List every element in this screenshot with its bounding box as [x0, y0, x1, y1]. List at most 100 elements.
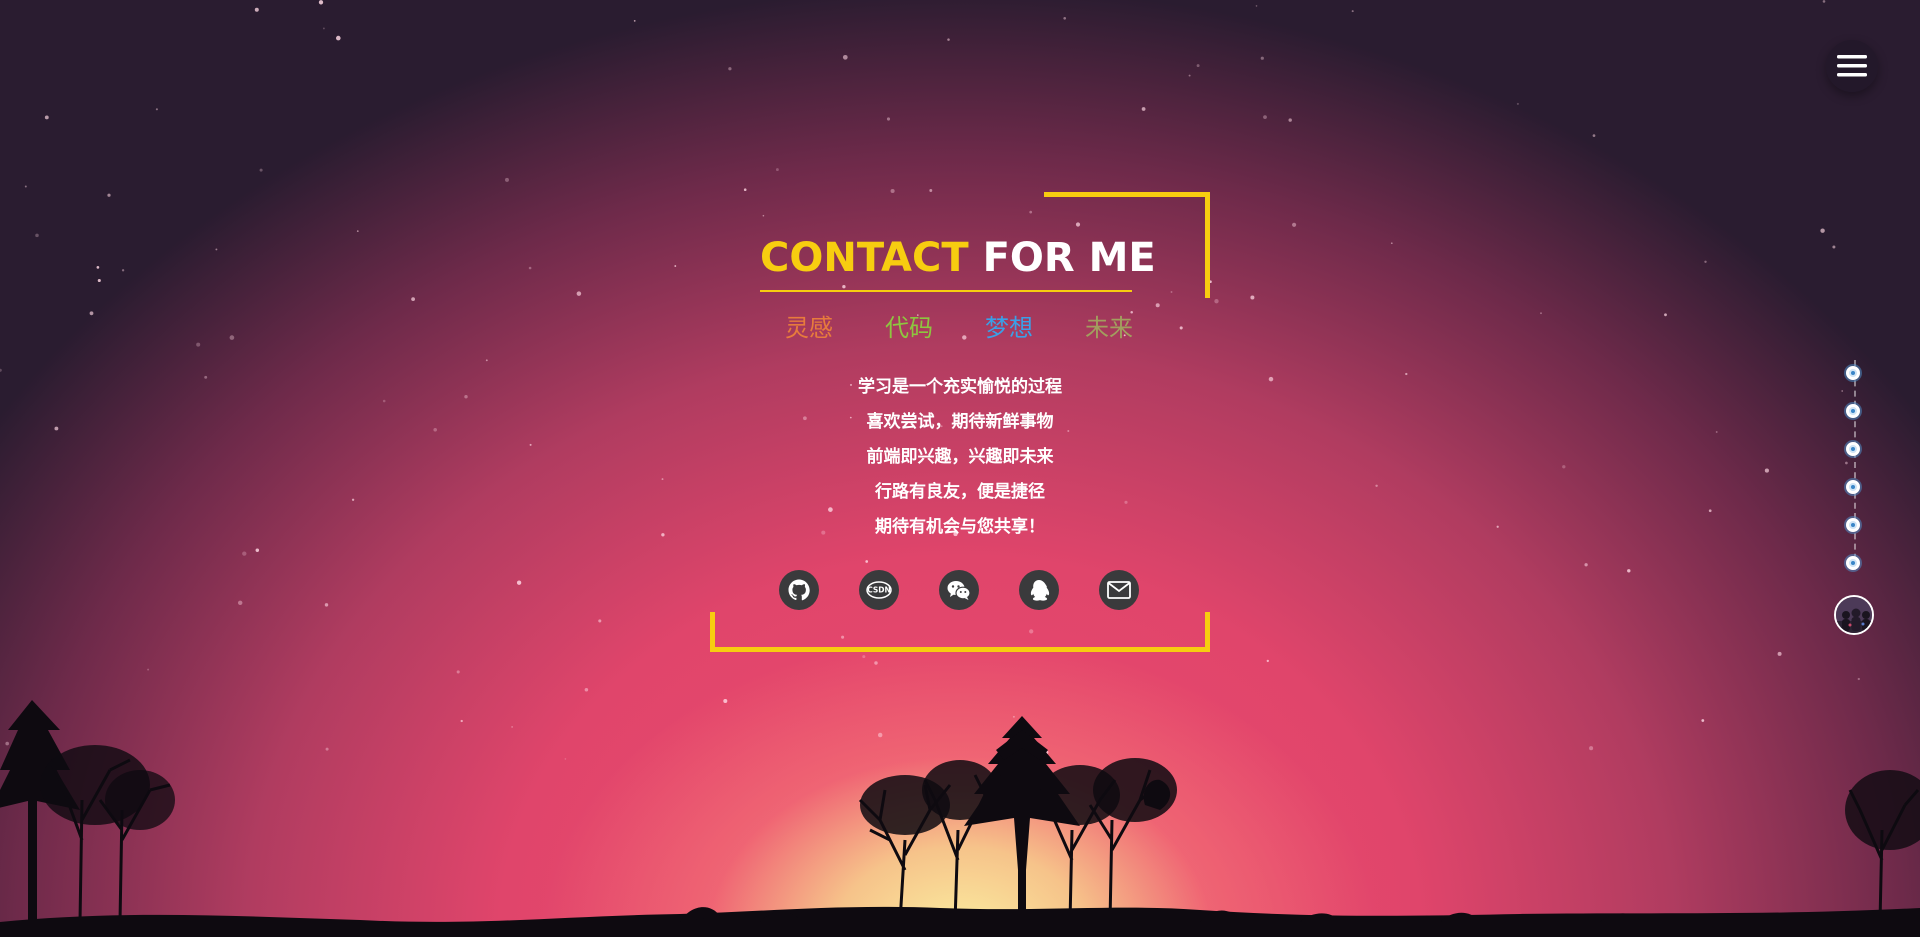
star [775, 168, 779, 172]
star [1196, 64, 1200, 68]
github-link[interactable] [779, 570, 819, 610]
timeline-line [1854, 360, 1860, 570]
page-title: CONTACT FOR ME [760, 232, 1156, 292]
timeline-dot-4[interactable] [1846, 480, 1860, 494]
star [1214, 299, 1219, 304]
star [865, 560, 869, 563]
star [121, 269, 125, 272]
star [1822, 0, 1826, 3]
qq-link[interactable] [1019, 570, 1059, 610]
svg-text:CSDN: CSDN [867, 586, 891, 595]
csdn-icon: CSDN [866, 581, 892, 599]
intro-line: 喜欢尝试，期待新鲜事物 [866, 412, 1054, 432]
timeline-dot-2[interactable] [1846, 404, 1860, 418]
star [35, 233, 39, 238]
keyword-dream: 梦想 [985, 314, 1033, 342]
star [89, 311, 94, 316]
star [1288, 118, 1292, 122]
star [196, 342, 201, 347]
star [743, 188, 747, 191]
star [351, 498, 355, 501]
wechat-icon [947, 581, 971, 600]
star [1292, 222, 1297, 227]
star [1155, 303, 1160, 308]
intro-line: 学习是一个充实愉悦的过程 [858, 377, 1062, 397]
star [54, 426, 59, 431]
star [1250, 295, 1255, 300]
star [1516, 102, 1519, 105]
timeline-dot-5[interactable] [1846, 518, 1860, 532]
star [1820, 228, 1825, 233]
star [336, 35, 341, 41]
star [528, 266, 532, 270]
wechat-link[interactable] [939, 570, 979, 610]
star [874, 661, 878, 665]
star [1141, 107, 1146, 111]
title-rest: FOR ME [982, 235, 1156, 281]
intro-line: 前端即兴趣，兴趣即未来 [866, 447, 1054, 467]
mail-icon [1107, 581, 1131, 599]
star [1263, 115, 1267, 119]
frame-bottom-bracket [710, 612, 1210, 652]
timeline-dot-3[interactable] [1846, 442, 1860, 456]
csdn-link[interactable]: CSDN [859, 570, 899, 610]
star [633, 20, 636, 22]
star [1375, 484, 1378, 488]
star [947, 38, 950, 41]
star [1268, 376, 1274, 382]
star [464, 394, 468, 399]
keyword-code: 代码 [885, 314, 933, 342]
star [505, 177, 509, 182]
star [1584, 563, 1588, 567]
star [576, 291, 582, 296]
star [890, 188, 895, 194]
intro-line: 行路有良友，便是捷径 [875, 482, 1045, 502]
menu-button[interactable] [1826, 40, 1878, 92]
qq-icon [1030, 580, 1050, 601]
email-link[interactable] [1099, 570, 1139, 610]
star [1841, 390, 1844, 392]
star [842, 54, 848, 60]
star [1188, 74, 1191, 77]
star [1351, 10, 1354, 13]
star [155, 108, 158, 111]
star [1704, 260, 1707, 263]
avatar[interactable] [1834, 595, 1874, 635]
star [215, 248, 218, 251]
star [1260, 56, 1264, 60]
star [1390, 242, 1393, 245]
star [1664, 313, 1667, 317]
star [1777, 651, 1782, 656]
hamburger-menu-icon [1837, 55, 1867, 77]
star [485, 359, 488, 362]
star [97, 278, 101, 283]
star [1496, 525, 1499, 528]
star [1627, 569, 1631, 573]
star [661, 533, 665, 537]
star [204, 375, 208, 379]
intro-text: 学习是一个充实愉悦的过程 喜欢尝试，期待新鲜事物 前端即兴趣，兴趣即未来 行路有… [760, 370, 1160, 545]
star [1029, 210, 1033, 214]
star [433, 428, 437, 432]
timeline-dot-6[interactable] [1846, 556, 1860, 570]
tree-silhouette-landscape [0, 700, 1920, 937]
star [259, 168, 263, 172]
star [516, 580, 522, 585]
star [382, 399, 386, 403]
star [0, 368, 2, 372]
star [1405, 372, 1408, 376]
star [147, 668, 150, 671]
star [1592, 134, 1596, 137]
star [598, 619, 602, 623]
star [242, 551, 247, 556]
star [1715, 431, 1718, 433]
star [762, 214, 765, 217]
star [862, 655, 866, 659]
intro-line: 期待有机会与您共享！ [875, 517, 1045, 537]
star [1179, 326, 1183, 330]
star [1540, 312, 1542, 315]
star [661, 478, 664, 481]
keyword-inspiration: 灵感 [785, 314, 833, 342]
star [1845, 461, 1848, 465]
timeline-dot-1[interactable] [1846, 366, 1860, 380]
